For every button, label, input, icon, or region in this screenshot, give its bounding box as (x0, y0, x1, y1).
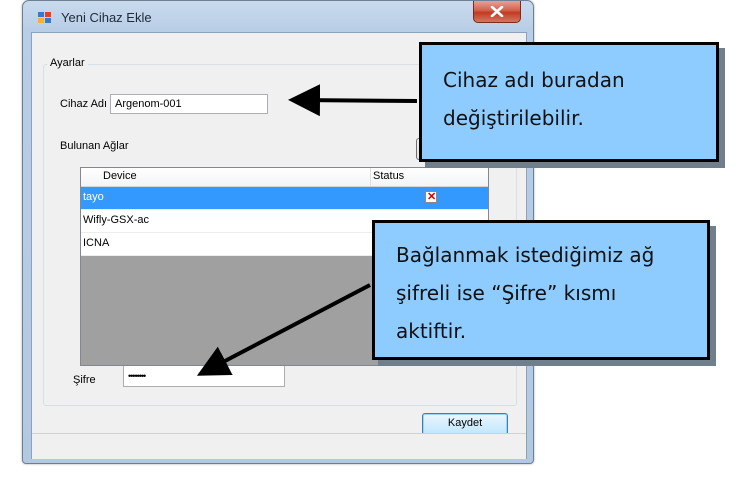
annotation-arrows (196, 84, 418, 376)
arrow-to-password (196, 283, 371, 376)
arrow-to-device-name (288, 84, 418, 117)
